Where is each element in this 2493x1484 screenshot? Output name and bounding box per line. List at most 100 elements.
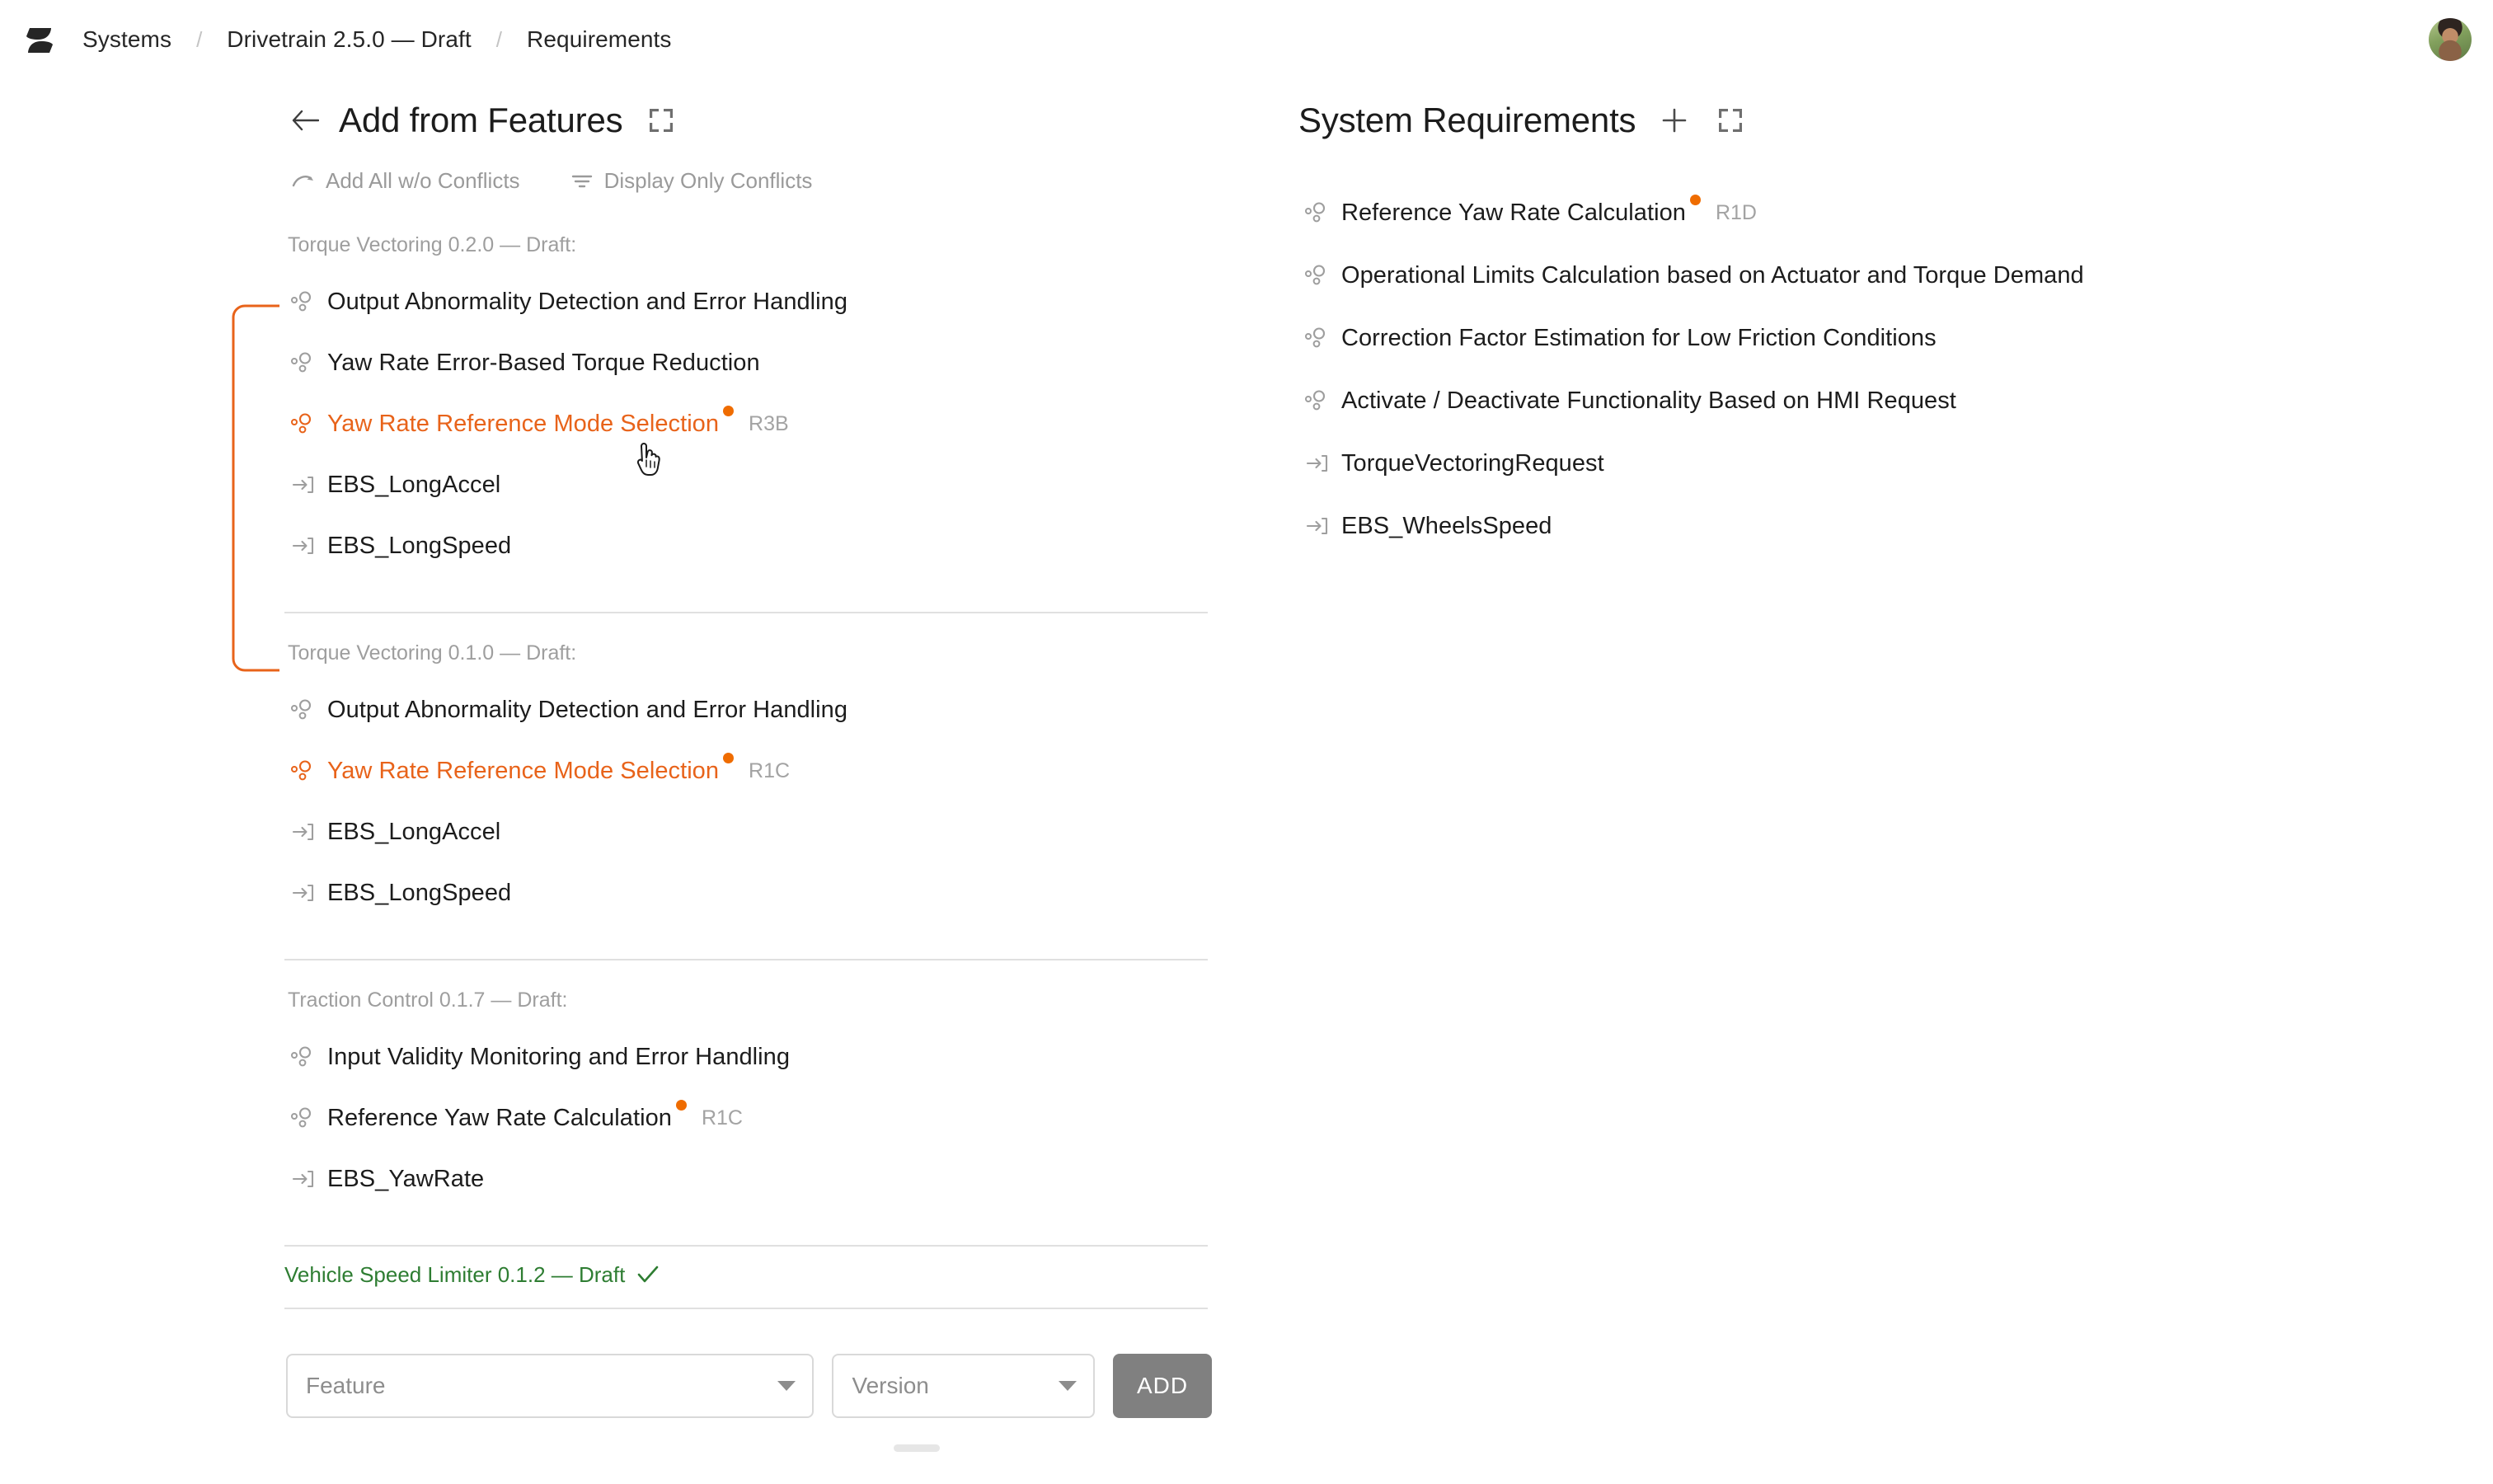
expand-right-panel-button[interactable]: [1713, 103, 1748, 138]
pointer-hand-cursor: [636, 443, 660, 476]
left-panel-header: Add from Features: [284, 91, 1212, 150]
group-divider: [284, 612, 1208, 613]
list-item-conflict[interactable]: Yaw Rate Reference Mode Selection R1C: [284, 751, 1212, 791]
user-avatar[interactable]: [2429, 18, 2472, 61]
list-item-label: Activate / Deactivate Functionality Base…: [1341, 387, 1956, 414]
mouse-cursor: [635, 442, 666, 482]
list-item[interactable]: TorqueVectoringRequest: [1298, 444, 2395, 483]
back-button[interactable]: [286, 101, 324, 139]
fullscreen-icon: [650, 109, 674, 132]
feature-node-icon: [288, 1104, 316, 1132]
requirement-code: R1C: [701, 1106, 743, 1129]
list-item-conflict[interactable]: Yaw Rate Reference Mode Selection R3B: [284, 404, 1212, 444]
feature-node-icon: [288, 1043, 316, 1071]
list-item-label: Yaw Rate Reference Mode Selection: [327, 410, 720, 437]
conflict-badge-dot: [1689, 195, 1701, 205]
filter-icon: [570, 169, 594, 194]
group-label: Traction Control 0.1.7 — Draft:: [288, 989, 568, 1012]
list-item[interactable]: EBS_YawRate: [284, 1159, 1212, 1199]
breadcrumb-item-requirements[interactable]: Requirements: [527, 26, 672, 53]
signal-input-icon: [289, 818, 317, 846]
list-item[interactable]: Activate / Deactivate Functionality Base…: [1298, 381, 2395, 420]
add-feature-form: Feature Version ADD: [286, 1354, 1212, 1418]
list-item[interactable]: EBS_LongSpeed: [284, 873, 1212, 913]
add-button[interactable]: ADD: [1113, 1354, 1212, 1418]
list-item-label: Yaw Rate Error-Based Torque Reduction: [327, 349, 760, 376]
list-item-label: Reference Yaw Rate Calculation: [1341, 199, 1686, 226]
feature-node-icon: [1302, 387, 1330, 415]
plus-icon: [1663, 108, 1687, 133]
system-requirements-panel: System Requirements Reference Yaw Rate C…: [1298, 91, 2395, 569]
add-requirement-button[interactable]: [1657, 103, 1692, 138]
list-item[interactable]: EBS_LongAccel: [284, 465, 1212, 505]
feature-group: Traction Control 0.1.7 — Draft: Input Va…: [284, 989, 1212, 1247]
list-item[interactable]: Reference Yaw Rate Calculation R1D: [1298, 193, 2395, 232]
group-label: Vehicle Speed Limiter 0.1.2 — Draft: [284, 1261, 626, 1287]
group-items: Output Abnormality Detection and Error H…: [284, 665, 1212, 936]
feature-node-icon: [288, 696, 316, 724]
list-item-label: EBS_LongSpeed: [327, 879, 512, 906]
signal-input-icon: [289, 879, 317, 907]
app-logo[interactable]: [20, 20, 59, 59]
group-items: Input Validity Monitoring and Error Hand…: [284, 1012, 1212, 1222]
feature-node-icon: [288, 349, 316, 377]
group-items: Output Abnormality Detection and Error H…: [284, 257, 1212, 589]
list-item[interactable]: EBS_LongSpeed: [284, 526, 1212, 566]
group-status-row[interactable]: Vehicle Speed Limiter 0.1.2 — Draft: [284, 1247, 1212, 1287]
list-item[interactable]: Correction Factor Estimation for Low Fri…: [1298, 318, 2395, 358]
top-bar: Systems / Drivetrain 2.5.0 — Draft / Req…: [0, 0, 2493, 79]
list-item[interactable]: EBS_LongAccel: [284, 812, 1212, 852]
breadcrumb-item-systems[interactable]: Systems: [82, 26, 171, 53]
add-all-without-conflicts-button[interactable]: Add All w/o Conflicts: [291, 168, 520, 194]
right-panel-title: System Requirements: [1298, 101, 1636, 139]
scroll-handle[interactable]: [894, 1444, 940, 1452]
list-item-label: Operational Limits Calculation based on …: [1341, 261, 2084, 289]
breadcrumb-separator: /: [495, 26, 503, 52]
list-item[interactable]: EBS_WheelsSpeed: [1298, 506, 2395, 546]
breadcrumb-item-drivetrain[interactable]: Drivetrain 2.5.0 — Draft: [227, 26, 472, 53]
feature-groups: Torque Vectoring 0.2.0 — Draft: Output A…: [232, 233, 1212, 1309]
list-item-label: EBS_LongAccel: [327, 471, 501, 498]
arrow-left-icon: [292, 110, 319, 131]
list-item-label: EBS_WheelsSpeed: [1341, 512, 1552, 539]
list-item-label: Input Validity Monitoring and Error Hand…: [327, 1043, 791, 1070]
feature-node-icon: [288, 288, 316, 316]
chevron-down-icon: [777, 1381, 796, 1391]
breadcrumb: Systems / Drivetrain 2.5.0 — Draft / Req…: [82, 26, 672, 53]
conflict-badge-dot: [723, 753, 735, 763]
display-only-conflicts-label: Display Only Conflicts: [603, 168, 813, 193]
feature-node-icon: [288, 410, 316, 438]
version-select[interactable]: Version: [832, 1354, 1095, 1418]
list-item[interactable]: Input Validity Monitoring and Error Hand…: [284, 1037, 1212, 1077]
requirement-code: R1D: [1715, 200, 1757, 224]
feature-group: Torque Vectoring 0.1.0 — Draft: Output A…: [284, 641, 1212, 960]
list-item-label: Output Abnormality Detection and Error H…: [327, 696, 848, 723]
expand-left-panel-button[interactable]: [644, 103, 678, 138]
requirement-code: R1C: [749, 758, 791, 782]
chevron-down-icon: [1059, 1381, 1077, 1391]
feature-node-icon: [1302, 261, 1330, 289]
feature-select[interactable]: Feature: [286, 1354, 815, 1418]
list-item[interactable]: Reference Yaw Rate Calculation R1C: [284, 1098, 1212, 1138]
feature-node-icon: [1302, 199, 1330, 227]
signal-input-icon: [1303, 449, 1331, 477]
list-item-label: Yaw Rate Reference Mode Selection: [327, 757, 720, 784]
add-all-without-conflicts-label: Add All w/o Conflicts: [326, 168, 520, 193]
slopes-logo-icon: [26, 28, 53, 53]
feature-node-icon: [288, 757, 316, 785]
signal-input-icon: [289, 1165, 317, 1193]
list-item[interactable]: Yaw Rate Error-Based Torque Reduction: [284, 343, 1212, 383]
group-divider: [284, 1308, 1208, 1309]
list-item[interactable]: Output Abnormality Detection and Error H…: [284, 690, 1212, 730]
check-icon: [636, 1265, 660, 1284]
list-item[interactable]: Operational Limits Calculation based on …: [1298, 256, 2395, 295]
display-only-conflicts-button[interactable]: Display Only Conflicts: [570, 168, 813, 194]
list-item[interactable]: Output Abnormality Detection and Error H…: [284, 282, 1212, 322]
add-from-features-panel: Add from Features Add All w/o Conflicts: [232, 91, 1212, 1418]
page-title: Add from Features: [339, 101, 623, 139]
list-item-label: TorqueVectoringRequest: [1341, 449, 1604, 477]
breadcrumb-separator: /: [196, 26, 203, 52]
redo-arrow-icon: [291, 169, 316, 194]
feature-group: Torque Vectoring 0.2.0 — Draft: Output A…: [284, 233, 1212, 613]
signal-input-icon: [1303, 512, 1331, 540]
